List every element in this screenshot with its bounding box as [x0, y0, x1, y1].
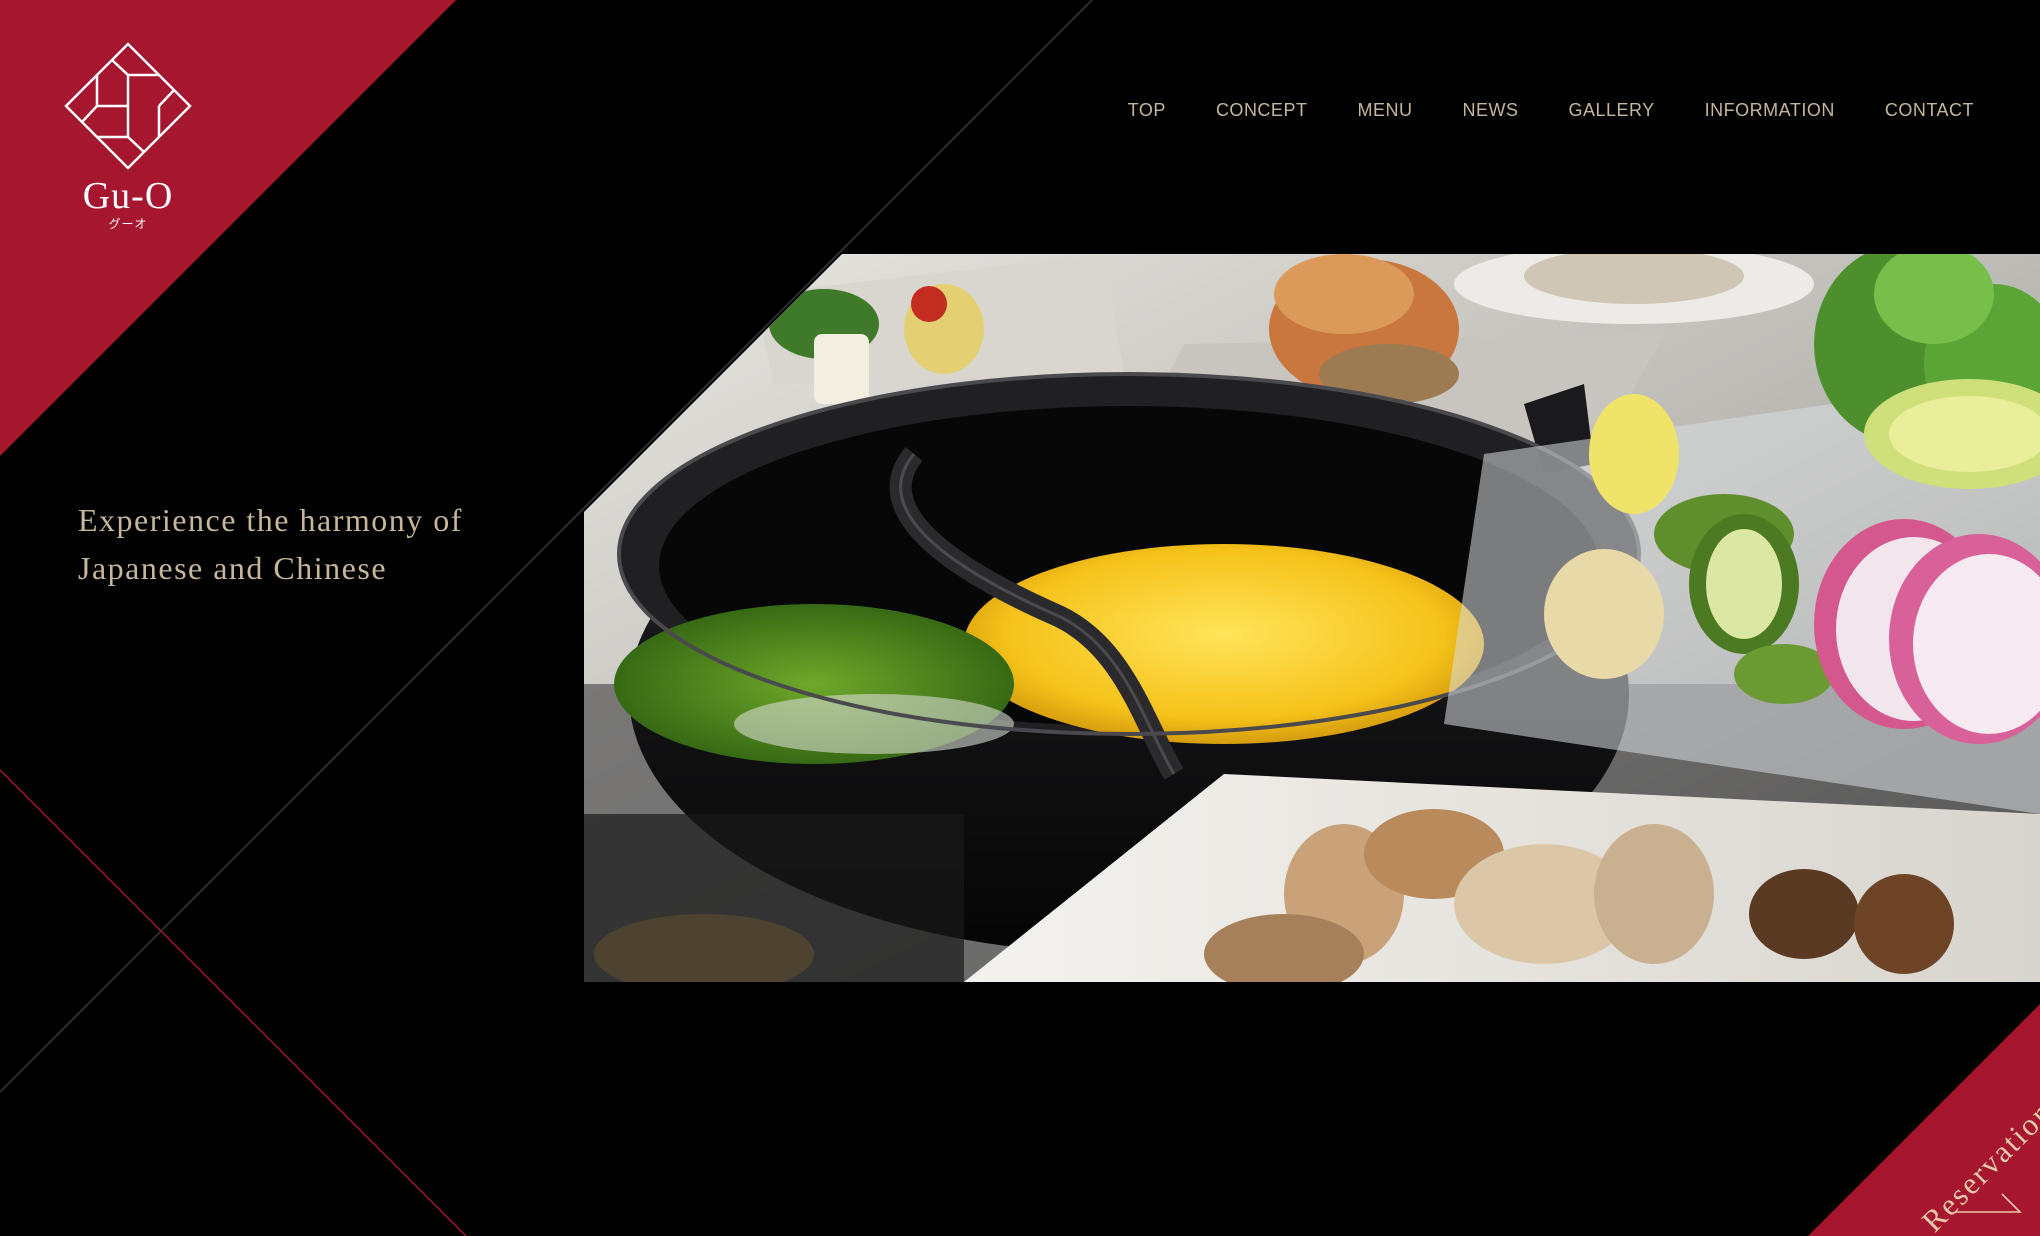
diamond-emblem-icon	[64, 42, 192, 170]
site-logo[interactable]: Gu-O グーオ	[60, 40, 196, 232]
nav-item-information[interactable]: INFORMATION	[1705, 100, 1835, 121]
nav-item-news[interactable]: NEWS	[1462, 100, 1518, 121]
hero-tagline-line1: Experience the harmony of	[78, 502, 463, 538]
nav-item-menu[interactable]: MENU	[1357, 100, 1412, 121]
reservation-button[interactable]: Reservation	[1808, 1004, 2040, 1236]
nav-item-top[interactable]: TOP	[1128, 100, 1166, 121]
hero-image	[584, 254, 2040, 982]
main-nav: TOP CONCEPT MENU NEWS GALLERY INFORMATIO…	[1128, 100, 1974, 121]
nav-item-gallery[interactable]: GALLERY	[1568, 100, 1654, 121]
nav-item-concept[interactable]: CONCEPT	[1216, 100, 1308, 121]
arrow-up-right-icon	[1956, 1193, 2022, 1213]
hero-tagline-line2: Japanese and Chinese	[78, 550, 388, 586]
hero-tagline: Experience the harmony of Japanese and C…	[78, 496, 463, 592]
logo-name: Gu-O	[82, 175, 174, 217]
nav-item-contact[interactable]: CONTACT	[1885, 100, 1974, 121]
logo-kana: グーオ	[108, 217, 148, 231]
page: Gu-O グーオ TOP CONCEPT MENU NEWS GALLERY I…	[0, 0, 2040, 1236]
